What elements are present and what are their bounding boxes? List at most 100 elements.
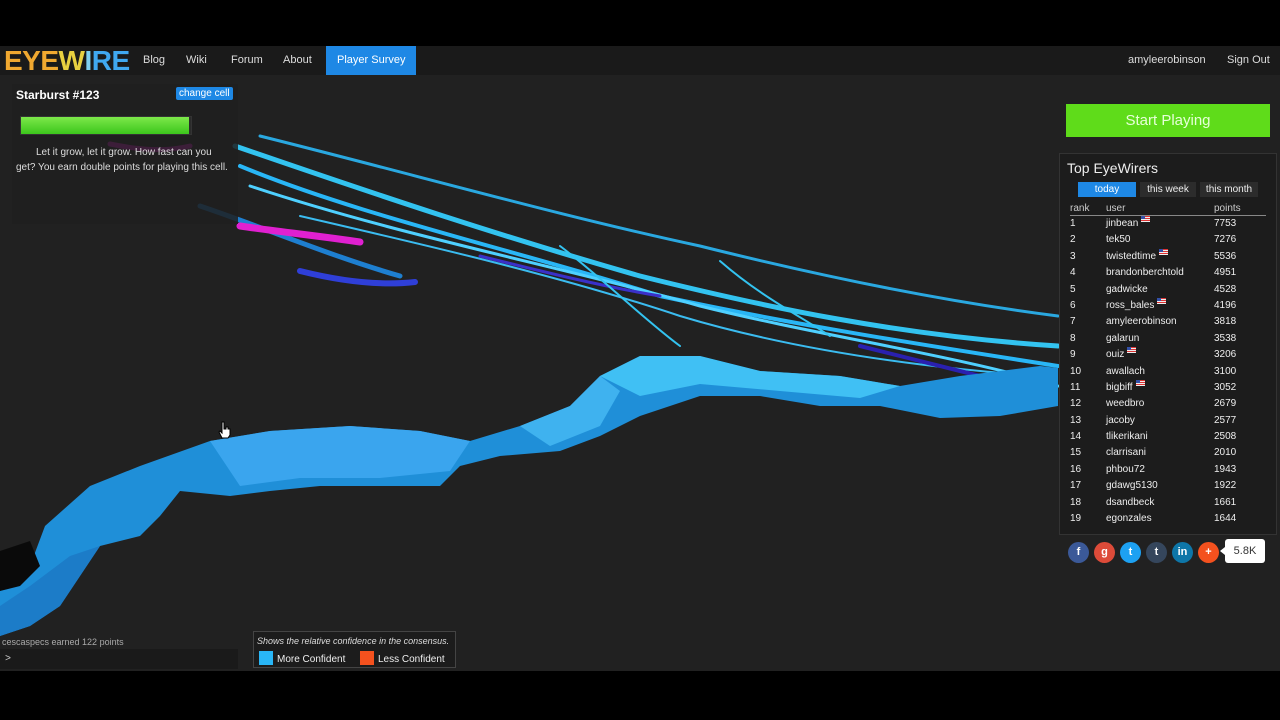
leaderboard-row[interactable]: 17 gdawg5130 1922 [1070,478,1266,494]
leaderboard-row[interactable]: 2 tek50 7276 [1070,232,1266,248]
dendrite-bundle [107,134,1061,388]
nav-wiki[interactable]: Wiki [186,46,207,75]
us-flag-icon [1157,297,1167,304]
chat-message: cescaspecs earned 122 points [2,637,124,647]
twitter-icon[interactable]: t [1120,542,1141,563]
row-rank: 14 [1070,431,1082,443]
row-user[interactable]: phbou72 [1106,462,1145,478]
leaderboard-row[interactable]: 10 awallach 3100 [1070,364,1266,380]
more-confident-swatch [259,651,273,665]
leaderboard-header: rank user points [1070,203,1266,216]
row-user[interactable]: awallach [1106,364,1145,380]
row-user[interactable]: galarun [1106,331,1139,347]
us-flag-icon [1135,379,1145,386]
row-user[interactable]: brandonberchtold [1106,265,1184,281]
tab-this-week[interactable]: this week [1140,182,1196,197]
leaderboard-row[interactable]: 3 twistedtime 5536 [1070,248,1266,265]
row-user[interactable]: clarrisani [1106,445,1146,461]
username-link[interactable]: amyleerobinson [1128,46,1206,75]
google-plus-icon[interactable]: g [1094,542,1115,563]
leaderboard-row[interactable]: 13 jacoby 2577 [1070,413,1266,429]
row-username: twistedtime [1106,250,1157,262]
row-user[interactable]: gdawg5130 [1106,478,1158,494]
row-username: tek50 [1106,234,1131,246]
nav-blog[interactable]: Blog [143,46,165,75]
row-points: 3100 [1214,365,1237,377]
hand-cursor-icon [218,421,231,439]
row-user[interactable]: bigbiff [1106,379,1145,396]
eyewire-app: EYEWIRE Blog Wiki Forum About Player Sur… [0,46,1280,671]
row-points: 7276 [1214,234,1237,246]
row-user[interactable]: ross_bales [1106,297,1167,314]
start-playing-button[interactable]: Start Playing [1066,104,1270,137]
tab-this-month[interactable]: this month [1200,182,1258,197]
row-points: 2679 [1214,398,1237,410]
cell-info-panel: Starburst #123 change cell Let it grow, … [12,84,238,224]
row-points: 1661 [1214,496,1237,508]
row-username: gdawg5130 [1106,480,1158,492]
less-confident-swatch [360,651,374,665]
leaderboard-row[interactable]: 11 bigbiff 3052 [1070,379,1266,396]
row-user[interactable]: ouiz [1106,347,1137,363]
leaderboard-row[interactable]: 19 egonzales 1644 [1070,511,1266,527]
chat-input[interactable] [0,649,238,669]
row-user[interactable]: jacoby [1106,413,1135,429]
leaderboard-row[interactable]: 8 galarun 3538 [1070,331,1266,347]
row-rank: 10 [1070,365,1082,377]
row-points: 1644 [1214,513,1237,525]
cell-progress-bar [20,116,192,135]
col-user: user [1106,203,1126,214]
row-user[interactable]: egonzales [1106,511,1152,527]
row-user[interactable]: dsandbeck [1106,495,1154,511]
linkedin-icon[interactable]: in [1172,542,1193,563]
row-user[interactable]: tlikerikani [1106,429,1148,445]
leaderboard-row[interactable]: 5 gadwicke 4528 [1070,282,1266,298]
leaderboard-rows: 1 jinbean 7753 2 tek50 7276 3 twistedtime 5536 4 b… [1070,216,1266,527]
leaderboard-row[interactable]: 1 jinbean 7753 [1070,216,1266,232]
row-username: amyleerobinson [1106,316,1177,328]
change-cell-button[interactable]: change cell [176,87,233,100]
row-username: tlikerikani [1106,431,1148,443]
leaderboard-row[interactable]: 7 amyleerobinson 3818 [1070,314,1266,330]
row-username: phbou72 [1106,463,1145,475]
tumblr-icon[interactable]: t [1146,542,1167,563]
row-user[interactable]: gadwicke [1106,282,1148,298]
cell-description: Let it grow, let it grow. How fast can y… [16,147,228,173]
row-points: 3538 [1214,332,1237,344]
letterbox-bottom [0,671,1280,720]
nav-forum[interactable]: Forum [231,46,263,75]
row-username: ross_bales [1106,299,1155,311]
us-flag-icon [1127,347,1137,354]
row-username: egonzales [1106,513,1152,525]
nav-about[interactable]: About [283,46,312,75]
row-user[interactable]: amyleerobinson [1106,314,1177,330]
share-count: 5.8K [1220,539,1265,563]
row-rank: 11 [1070,381,1081,393]
row-user[interactable]: tek50 [1106,232,1130,248]
leaderboard-row[interactable]: 4 brandonberchtold 4951 [1070,265,1266,281]
row-user[interactable]: weedbro [1106,396,1144,412]
leaderboard-row[interactable]: 9 ouiz 3206 [1070,347,1266,363]
nav-player-survey[interactable]: Player Survey [326,46,417,75]
leaderboard-row[interactable]: 16 phbou72 1943 [1070,462,1266,478]
row-user[interactable]: jinbean [1106,216,1151,232]
tab-today[interactable]: today [1078,182,1136,197]
leaderboard-row[interactable]: 15 clarrisani 2010 [1070,445,1266,461]
facebook-icon[interactable]: f [1068,542,1089,563]
row-user[interactable]: twistedtime [1106,248,1169,265]
confidence-legend: Shows the relative confidence in the con… [253,631,456,668]
leaderboard-row[interactable]: 12 weedbro 2679 [1070,396,1266,412]
row-username: galarun [1106,332,1140,344]
row-username: jacoby [1106,414,1135,426]
row-rank: 15 [1070,447,1082,459]
leaderboard-row[interactable]: 6 ross_bales 4196 [1070,297,1266,314]
leaderboard-row[interactable]: 18 dsandbeck 1661 [1070,495,1266,511]
row-points: 3818 [1214,316,1237,328]
row-username: gadwicke [1106,283,1148,295]
share-plus-icon[interactable]: + [1198,542,1219,563]
us-flag-icon [1141,216,1151,222]
sign-out-link[interactable]: Sign Out [1227,46,1270,75]
eyewire-logo[interactable]: EYEWIRE [4,47,130,75]
legend-note: Shows the relative confidence in the con… [257,636,450,646]
leaderboard-row[interactable]: 14 tlikerikani 2508 [1070,429,1266,445]
